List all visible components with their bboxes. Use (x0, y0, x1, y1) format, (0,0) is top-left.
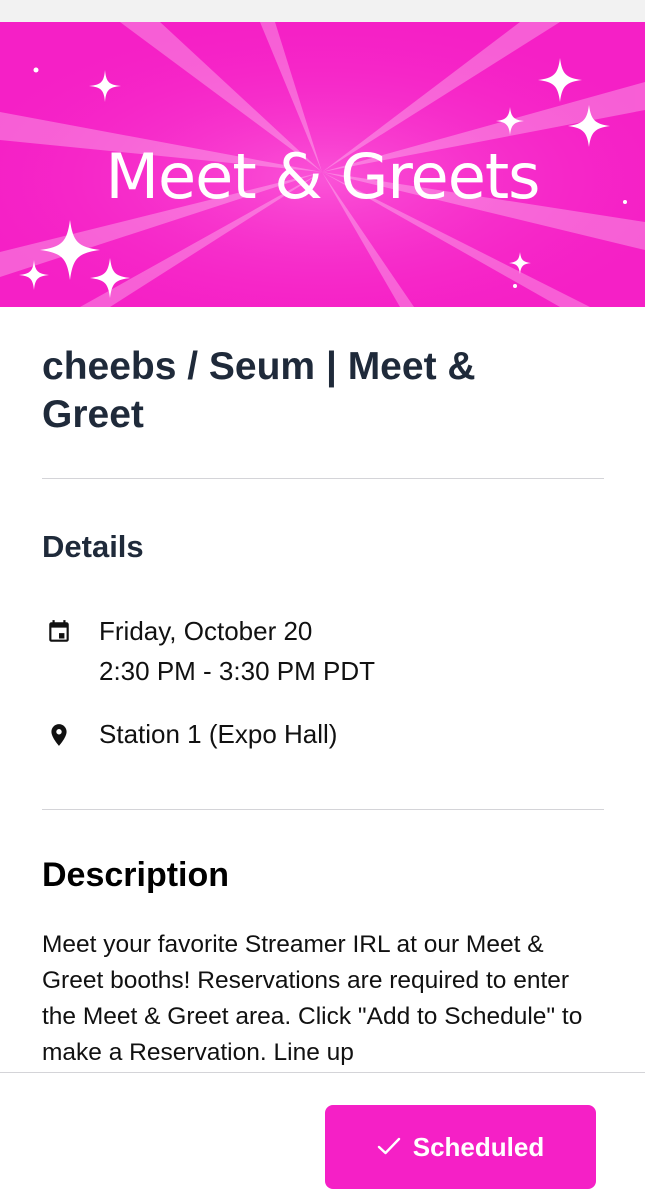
event-time: 2:30 PM - 3:30 PM PDT (99, 656, 375, 686)
location-pin-icon (46, 722, 72, 748)
checkmark-icon (377, 1132, 401, 1163)
event-banner: Meet & Greets (0, 22, 645, 307)
top-strip (0, 0, 645, 22)
event-location: Station 1 (Expo Hall) (99, 719, 338, 749)
scheduled-button[interactable]: Scheduled (325, 1105, 596, 1189)
details-divider (42, 809, 604, 810)
details-heading: Details (42, 529, 144, 564)
event-title: cheebs / Seum | Meet & Greet (42, 345, 476, 436)
scheduled-button-label: Scheduled (412, 1131, 545, 1162)
calendar-icon (46, 619, 72, 645)
event-location-row: Station 1 (Expo Hall) (42, 715, 602, 755)
description-heading: Description (42, 856, 230, 894)
event-date-row: Friday, October 20 2:30 PM - 3:30 PM PDT (42, 612, 602, 692)
description-text: Meet your favorite Streamer IRL at our M… (42, 931, 583, 1066)
bottom-action-bar: Scheduled (0, 1072, 645, 1201)
banner-title: Meet & Greets (105, 140, 541, 213)
event-date: Friday, October 20 (99, 616, 313, 646)
title-divider (42, 478, 604, 479)
